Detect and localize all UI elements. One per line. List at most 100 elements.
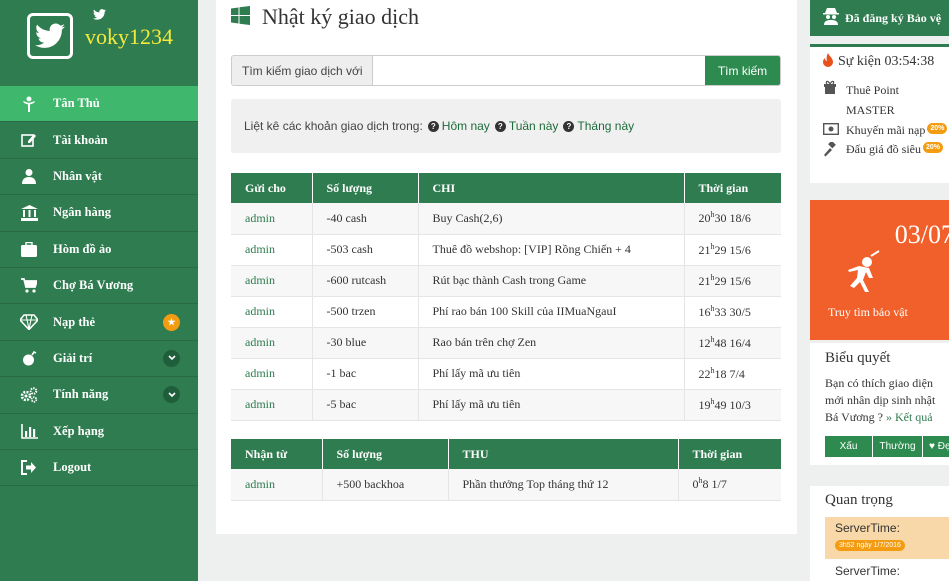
sidebar-item-label: Tính năng (53, 387, 109, 402)
spy-icon (822, 7, 840, 29)
time-cell: 21h29 15/6 (684, 234, 781, 266)
cart-icon (20, 277, 38, 295)
table-cell[interactable]: admin (231, 296, 313, 328)
sidebar-item-label: Ngân hàng (53, 205, 112, 220)
sidebar-item-ngan-hang[interactable]: Ngân hàng (0, 195, 198, 232)
table-cell[interactable]: admin (231, 327, 313, 359)
table-cell[interactable]: admin (231, 234, 313, 266)
registered-text: Đã đăng ký Bảo vệ (845, 10, 942, 25)
chevron-down-icon[interactable] (163, 349, 180, 367)
table-cell: Phí lấy mã ưu tiên (418, 358, 685, 390)
filter-today-label: Hôm nay (441, 119, 490, 133)
poll-options: Xấu Thường ♥ Đẹp (825, 436, 949, 457)
table-cell: +500 backhoa (322, 469, 449, 501)
event-item[interactable]: Khuyến mãi nạp 20% (810, 122, 949, 139)
page-title: Nhật ký giao dịch (262, 4, 420, 29)
main-panel: Nhật ký giao dịch Tìm kiếm giao dịch với… (216, 0, 797, 534)
table-cell: -1 bac (312, 358, 419, 390)
discount-badge: 20% (927, 123, 948, 134)
table-cell[interactable]: admin (231, 389, 313, 421)
sidebar-item-label: Logout (53, 460, 92, 475)
sidebar-item-tan-thu[interactable]: Tân Thủ (0, 86, 198, 123)
time-cell: 16h33 30/5 (684, 296, 781, 328)
diamond-icon (20, 313, 38, 331)
filter-month-link[interactable]: ? Tháng này (563, 119, 634, 133)
search-label: Tìm kiếm giao dịch với (232, 56, 373, 85)
table-cell: -30 blue (312, 327, 419, 359)
gavel-icon (823, 140, 840, 161)
event-item-label: MASTER (846, 103, 895, 117)
table-cell: Thuê đồ webshop: [VIP] Rồng Chiến + 4 (418, 234, 685, 266)
treasure-caption: Truy tìm bảo vật (828, 305, 908, 319)
table-row: admin -503 cash Thuê đồ webshop: [VIP] Rồn… (231, 234, 781, 266)
search-input[interactable] (373, 56, 705, 85)
event-item[interactable]: Thuê Point MASTER (810, 80, 949, 120)
heart-icon: ♥ (929, 441, 935, 452)
poll-title: Biểu quyết (825, 350, 891, 366)
table-cell: -5 bac (312, 389, 419, 421)
money-icon (822, 122, 840, 139)
question-icon: ? (427, 120, 439, 132)
event-header: Sự kiện 03:54:38 (810, 47, 949, 77)
star-badge-icon: ★ (163, 313, 180, 331)
col-header: Nhận từ (231, 439, 323, 469)
table-cell: Phần thưởng Top tháng thứ 12 (448, 469, 679, 501)
gift-icon (823, 80, 840, 98)
sidebar-item-nhan-vat[interactable]: Nhân vật (0, 159, 198, 196)
table-cell: -40 cash (312, 203, 419, 235)
col-header: Thời gian (684, 173, 781, 203)
table-cell: -600 rutcash (312, 265, 419, 297)
registered-banner[interactable]: Đã đăng ký Bảo vệ (810, 0, 949, 36)
search-button[interactable]: Tìm kiếm (705, 56, 780, 85)
time-cell: 19h49 10/3 (684, 389, 781, 421)
col-header: Số lượng (322, 439, 449, 469)
sidebar-item-xep-hang[interactable]: Xếp hạng (0, 414, 198, 450)
chevron-down-icon[interactable] (163, 386, 180, 404)
table-cell[interactable]: admin (231, 203, 313, 235)
question-icon: ? (494, 120, 506, 132)
table-cell[interactable]: admin (231, 265, 313, 297)
table-cell[interactable]: admin (231, 358, 313, 390)
sidebar-item-hom-do-ao[interactable]: Hòm đồ ảo (0, 232, 198, 268)
logout-icon (20, 459, 38, 477)
event-title: Sự kiện 03:54:38 (838, 54, 935, 69)
bank-icon (20, 204, 38, 222)
sidebar-item-label: Giải trí (53, 350, 93, 365)
question-icon: ? (563, 120, 575, 132)
table-cell[interactable]: admin (231, 469, 323, 501)
filter-bar: Liệt kê các khoản giao dịch trong: ? Hôm … (231, 99, 781, 153)
gears-icon (20, 386, 38, 404)
col-header: CHI (418, 173, 685, 203)
sidebar-item-giai-tri[interactable]: Giải trí (0, 341, 198, 378)
time-cell: 21h29 15/6 (684, 265, 781, 297)
event-item[interactable]: Đấu giá đồ siêu 20% (810, 140, 949, 161)
time-cell: 0h8 1/7 (678, 469, 781, 501)
poll-result-link[interactable]: » Kết quả (886, 410, 933, 424)
poll-option-thuong[interactable]: Thường (873, 436, 923, 457)
sidebar-item-nap-the[interactable]: Nạp thẻ ★ (0, 304, 198, 341)
table-row: admin -500 trzen Phí rao bán 100 Skill của… (231, 296, 781, 328)
sidebar-item-tinh-nang[interactable]: Tính năng (0, 377, 198, 414)
time-cell: 12h48 16/4 (684, 327, 781, 359)
table-cell: Phí rao bán 100 Skill của IIMuaNgauI (418, 296, 685, 328)
time-cell: 20h30 18/6 (684, 203, 781, 235)
sidebar-item-label: Chợ Bá Vương (53, 278, 134, 293)
newbie-icon (20, 95, 38, 113)
event-item-label: Đấu giá đồ siêu (846, 142, 921, 156)
table-cell: Buy Cash(2,6) (418, 203, 685, 235)
poll-option-xau[interactable]: Xấu (825, 436, 873, 457)
username[interactable]: voky1234 (85, 24, 173, 50)
twitter-logo-icon[interactable] (27, 13, 73, 59)
treasure-hunt-box[interactable]: 03/07 Truy tìm bảo vật (810, 200, 949, 340)
sidebar-item-cho-ba-vuong[interactable]: Chợ Bá Vương (0, 268, 198, 305)
col-header: Số lượng (312, 173, 419, 203)
sidebar-item-tai-khoan[interactable]: Tài khoản (0, 122, 198, 159)
filter-today-link[interactable]: ? Hôm nay (427, 119, 490, 133)
table-cell: Phí lấy mã ưu tiên (418, 389, 685, 421)
sidebar-item-label: Hòm đồ ảo (53, 241, 112, 256)
filter-week-link[interactable]: ? Tuần này (494, 119, 558, 133)
sidebar-item-logout[interactable]: Logout (0, 450, 198, 487)
server-time-block: ServerTime: 3h52 ngày 1/7/2016 (825, 517, 949, 559)
poll-option-dep[interactable]: ♥ Đẹp (923, 436, 949, 457)
treasure-date: 03/07 (894, 220, 949, 249)
